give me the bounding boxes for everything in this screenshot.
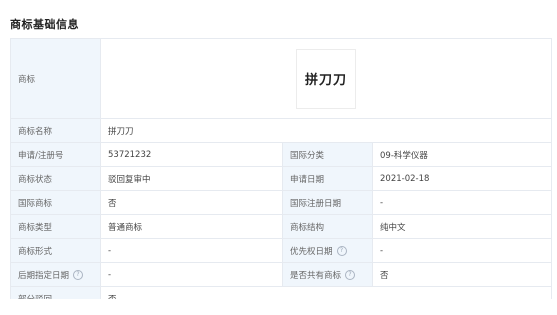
row-label-text: 是否共有商标 [290, 270, 342, 281]
row-value: - [371, 238, 553, 263]
row-label: 商标结构 [282, 214, 373, 239]
table-row: 商标形式 - 优先权日期? - [10, 238, 553, 263]
row-label: 国际商标 [10, 190, 101, 215]
row-value: 09-科学仪器 [371, 142, 553, 167]
row-label: 商标名称 [10, 118, 101, 143]
row-value: 普通商标 [100, 214, 283, 239]
row-value: 53721232 [100, 142, 283, 167]
section-title: 商标基础信息 [10, 18, 79, 31]
table-row-logo: 商标 拼刀刀 [10, 38, 553, 119]
row-label-text: 优先权日期 [290, 246, 333, 257]
row-value: 纯中文 [371, 214, 553, 239]
table-row: 商标类型 普通商标 商标结构 纯中文 [10, 214, 553, 239]
row-value: 否 [100, 190, 283, 215]
question-circle-icon[interactable]: ? [345, 270, 356, 280]
table-row: 后期指定日期? - 是否共有商标? 否 [10, 262, 553, 287]
row-label: 商标类型 [10, 214, 101, 239]
logo-cell: 拼刀刀 [99, 38, 553, 119]
trademark-logo-image[interactable]: 拼刀刀 [296, 48, 357, 109]
row-value: - [100, 238, 283, 263]
row-value: 驳回复审中 [100, 166, 283, 191]
row-label: 国际注册日期 [282, 190, 373, 215]
table-row: 商标状态 驳回复审中 申请日期 2021-02-18 [10, 166, 553, 191]
row-label-with-help: 优先权日期? [282, 238, 373, 263]
row-label: 商标状态 [10, 166, 101, 191]
trademark-logo-text: 拼刀刀 [305, 73, 348, 88]
row-label-text: 后期指定日期 [18, 270, 70, 281]
table-row: 申请/注册号 53721232 国际分类 09-科学仪器 [10, 142, 553, 167]
row-value: 拼刀刀 [99, 118, 553, 143]
question-circle-icon[interactable]: ? [336, 246, 347, 256]
row-label-with-help: 后期指定日期? [10, 262, 101, 287]
row-label-with-help: 是否共有商标? [282, 262, 373, 287]
logo-label: 商标 [10, 38, 101, 119]
question-circle-icon[interactable]: ? [73, 270, 84, 280]
row-value: 2021-02-18 [371, 166, 553, 191]
row-label: 申请/注册号 [10, 142, 101, 167]
row-value: - [100, 262, 283, 287]
table-row: 商标名称 拼刀刀 [10, 118, 553, 143]
row-label: 申请日期 [282, 166, 373, 191]
bottom-crop-edge [0, 299, 557, 315]
row-value: 否 [371, 262, 553, 287]
table-row: 国际商标 否 国际注册日期 - [10, 190, 553, 215]
row-value: - [371, 190, 553, 215]
trademark-info-table: 商标 拼刀刀 商标名称 拼刀刀 申请/注册号 53721232 国际分类 09-… [10, 38, 553, 312]
row-label: 国际分类 [282, 142, 373, 167]
row-label: 商标形式 [10, 238, 101, 263]
